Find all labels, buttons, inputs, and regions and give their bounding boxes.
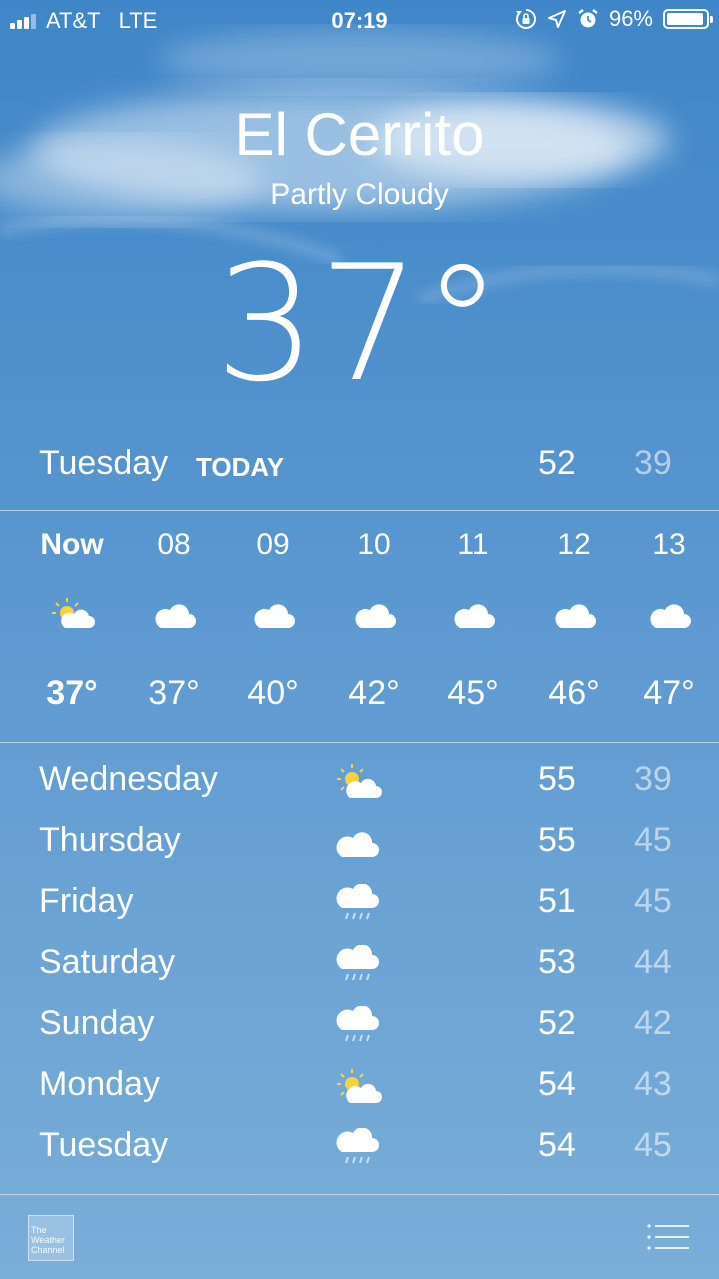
daily-low: 43 [634, 1065, 672, 1103]
daily-row: Saturday 53 44 [0, 933, 719, 993]
hour-temp: 37° [148, 674, 200, 712]
daily-row: Tuesday 54 45 [0, 1116, 719, 1176]
weather-channel-logo[interactable]: The Weather Channel [28, 1215, 74, 1261]
location-icon [547, 10, 566, 28]
city-name: El Cerrito [234, 101, 485, 168]
cloud-icon [355, 604, 396, 628]
battery-icon [663, 9, 713, 29]
daily-low: 45 [634, 882, 672, 920]
hour-temp: 40° [247, 674, 299, 712]
hour-temp: 45° [447, 674, 499, 712]
daily-low: 39 [634, 760, 672, 798]
daily-high: 54 [538, 1126, 576, 1164]
hour-time: 12 [557, 528, 591, 561]
status-bar: AT&T LTE 07:19 96% [0, 0, 719, 40]
daily-day: Tuesday [39, 1126, 169, 1164]
today-day: Tuesday [39, 444, 169, 482]
daily-high: 52 [538, 1004, 576, 1042]
daily-high: 55 [538, 821, 576, 859]
today-summary: Tuesday TODAY 52 39 [0, 440, 719, 490]
rain-icon [336, 945, 379, 981]
daily-row: Friday 51 45 [0, 872, 719, 932]
daily-high: 53 [538, 943, 576, 981]
hour-temp: 46° [548, 674, 600, 712]
hour-time: Now [40, 528, 104, 561]
status-right: 96% [515, 6, 713, 32]
footer-bar: The Weather Channel [0, 1195, 719, 1279]
partly-cloudy-icon [337, 764, 382, 798]
divider-top [0, 510, 719, 511]
daily-day: Sunday [39, 1004, 155, 1042]
rain-icon [336, 884, 379, 920]
battery-percent: 96% [608, 6, 653, 31]
hour-temp: 37° [46, 674, 98, 712]
hour-time: 10 [357, 528, 391, 561]
rain-icon [336, 1128, 379, 1164]
daily-row: Sunday 52 42 [0, 994, 719, 1054]
hour-time: 13 [652, 528, 686, 561]
daily-high: 54 [538, 1065, 576, 1103]
divider-bottom [0, 742, 719, 743]
today-high: 52 [538, 444, 576, 482]
hour-temp: 42° [348, 674, 400, 712]
orientation-lock-icon [515, 9, 536, 29]
daily-day: Friday [39, 882, 134, 920]
hour-time: 11 [457, 528, 489, 561]
daily-high: 55 [538, 760, 576, 798]
rain-icon [336, 1006, 379, 1042]
cloud-icon [336, 832, 379, 857]
current-condition: Partly Cloudy [270, 178, 449, 211]
daily-low: 44 [634, 943, 672, 981]
daily-day: Thursday [39, 821, 181, 859]
partly-cloudy-icon [52, 598, 95, 628]
daily-low: 45 [634, 1126, 672, 1164]
daily-day: Wednesday [39, 760, 218, 798]
hourly-forecast[interactable]: Now 37° 08 37° 09 40° 10 42° 11 45° 12 4… [0, 512, 719, 742]
daily-day: Monday [39, 1065, 160, 1103]
current-temperature: 37° [214, 230, 505, 417]
hour-time: 09 [256, 528, 290, 561]
daily-row: Thursday 55 45 [0, 811, 719, 871]
daily-low: 42 [634, 1004, 672, 1042]
daily-row: Wednesday 55 39 [0, 750, 719, 810]
hour-temp: 47° [643, 674, 695, 712]
today-tag: TODAY [196, 452, 285, 482]
cloud-icon [254, 604, 295, 628]
cloud-icon [454, 604, 495, 628]
hour-time: 08 [157, 528, 191, 561]
today-low: 39 [634, 444, 672, 482]
cloud-icon [555, 604, 596, 628]
daily-high: 51 [538, 882, 576, 920]
daily-row: Monday 54 43 [0, 1055, 719, 1115]
alarm-icon [578, 9, 598, 28]
daily-day: Saturday [39, 943, 176, 981]
daily-low: 45 [634, 821, 672, 859]
cloud-icon [155, 604, 196, 628]
cloud-icon [650, 604, 691, 628]
list-icon[interactable] [647, 1223, 689, 1251]
partly-cloudy-icon [337, 1069, 382, 1103]
